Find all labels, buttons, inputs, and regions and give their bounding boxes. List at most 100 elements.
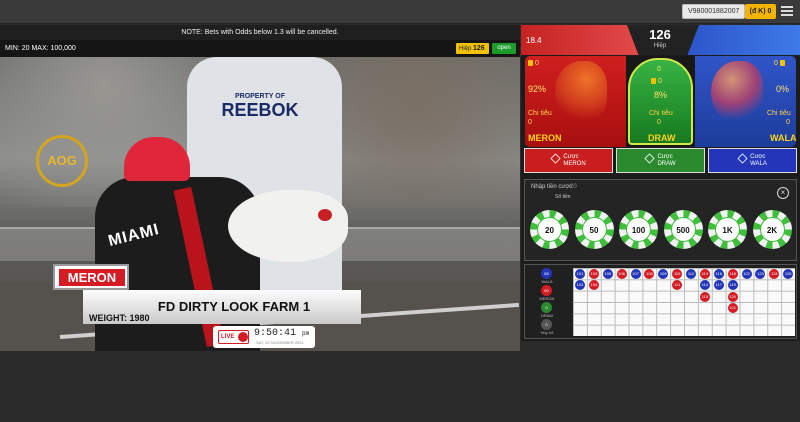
chip-value: 20 — [537, 217, 562, 242]
draw-amount: 0 — [651, 78, 662, 85]
chip-1K[interactable]: 1K — [708, 210, 747, 249]
odds-notice: NOTE: Bets with Odds below 1.3 will be c… — [0, 25, 520, 40]
road-bead: 124 — [769, 269, 780, 279]
road-bead: 125 — [783, 269, 794, 279]
road-bead: 112 — [686, 269, 697, 279]
road-bead: 119 — [727, 280, 738, 291]
clock-time: 9:50:41 pm — [254, 328, 310, 339]
wala-amount: 0 — [774, 60, 787, 67]
draw-spent: 0 — [657, 119, 661, 126]
road-bead: 118 — [727, 269, 738, 279]
clock-date: SAT, 22 NOVEMBER 2021 — [256, 340, 304, 345]
road-bead: 123 — [755, 269, 766, 279]
stake-sub-label: Số tiền — [555, 194, 571, 200]
chip-value: 1K — [715, 217, 740, 242]
stake-input[interactable]: 20 — [570, 184, 577, 190]
wala-header — [686, 25, 800, 55]
chip-50[interactable]: 50 — [574, 210, 614, 249]
legend-label: Hủy bỏ — [540, 330, 554, 335]
meron-spent: 0 — [528, 119, 532, 126]
close-icon[interactable]: × — [777, 187, 789, 199]
meron-name: MERON — [528, 133, 562, 143]
results-road: 65 WALA 60 MERON 0 DRAW 0 Hủy bỏ 101 102 103 104 10… — [524, 264, 797, 339]
road-bead: 107 — [630, 269, 641, 279]
chip-value: 2K — [759, 217, 785, 242]
legend-label: MERON — [539, 296, 555, 301]
meron-percent: 92% — [528, 84, 547, 94]
fighter-weight: WEIGHT: 1980 — [89, 313, 150, 323]
road-bead: 116 — [713, 269, 724, 279]
cube-icon — [737, 153, 748, 164]
round-tag: Hiệp 126 — [456, 43, 489, 54]
road-bead: 122 — [741, 269, 752, 279]
bet-draw-button[interactable]: Cược DRAW — [616, 148, 705, 173]
road-bead: 110 — [672, 269, 683, 279]
top-bar: V980001882007 (đ K) 0 — [0, 0, 800, 24]
road-bead: 106 — [616, 269, 627, 279]
chip-500[interactable]: 500 — [663, 210, 703, 249]
road-grid: 101 102 103 104 105 106 107 108 109 110 111 112 113 1… — [573, 268, 795, 336]
road-bead: 104 — [588, 280, 599, 291]
draw-amount-top: 0 — [657, 66, 661, 73]
bet-limits: MIN: 20 MAX: 100,000 — [0, 40, 520, 57]
round-label: Hiệp — [653, 43, 667, 49]
road-bead: 113 — [699, 269, 710, 279]
chip-value: 50 — [581, 217, 607, 242]
draw-spent-label: Chi tiêu — [649, 110, 673, 117]
legend-count: 60 — [541, 285, 552, 296]
road-bead: 108 — [644, 269, 655, 279]
coin-icon — [651, 78, 656, 84]
wala-name: WALA — [770, 133, 797, 143]
chip-20[interactable]: 20 — [530, 210, 569, 249]
bet-wala-button[interactable]: Cược WALA — [708, 148, 797, 173]
balance-button[interactable]: (đ K) 0 — [745, 4, 776, 19]
road-bead: 120 — [727, 291, 738, 302]
round-number: 126 — [649, 27, 671, 42]
legend-label: WALA — [541, 279, 553, 284]
wala-rooster-icon — [711, 61, 763, 123]
road-legend: 65 WALA 60 MERON 0 DRAW 0 Hủy bỏ — [525, 265, 570, 338]
fighter-name: FD DIRTY LOOK FARM 1 — [157, 299, 311, 314]
legend-count: 0 — [541, 319, 552, 330]
bet-meron-button[interactable]: Cược MERON — [524, 148, 613, 173]
stake-label: Nhập tiền cược — [531, 184, 573, 190]
bet-buttons: Cược MERON Cược DRAW Cược WALA — [521, 148, 800, 174]
chip-value: 100 — [626, 217, 651, 242]
bet-sides: 0 92% Chi tiêu 0 MERON 0 0 8% Chi tiêu 0… — [521, 56, 800, 147]
road-bead: 114 — [699, 280, 710, 291]
wala-percent: 0% — [776, 84, 790, 94]
road-bead: 101 — [575, 269, 585, 279]
chip-value: 500 — [670, 217, 696, 242]
road-bead: 109 — [658, 269, 669, 279]
cube-icon — [550, 153, 561, 164]
fighter-lower-third: MERON FD DIRTY LOOK FARM 1 WEIGHT: 1980 — [53, 264, 363, 324]
side-tag: MERON — [53, 264, 129, 290]
cube-icon — [644, 153, 656, 164]
road-bead: 115 — [699, 291, 710, 302]
wala-spent: 0 — [786, 119, 790, 126]
road-bead: 102 — [575, 280, 585, 291]
hamburger-menu-icon[interactable] — [781, 6, 793, 16]
chip-100[interactable]: 100 — [619, 210, 658, 249]
road-bead: 121 — [727, 302, 738, 313]
header-value: 18.4 — [526, 36, 542, 45]
road-bead: 111 — [672, 280, 683, 291]
live-badge: LIVE — [218, 330, 249, 344]
coin-icon — [779, 60, 785, 66]
legend-count: 65 — [541, 268, 552, 279]
stake-box: Nhập tiền cược Số tiền 20 × 20 50 100 500 1K… — [524, 179, 797, 261]
coin-icon — [528, 60, 533, 66]
legend-count: 0 — [541, 302, 552, 313]
chip-2K[interactable]: 2K — [752, 210, 792, 249]
road-bead: 117 — [713, 280, 724, 291]
draw-percent: 8% — [654, 90, 668, 100]
round-header: 18.4 126 Hiệp — [521, 25, 800, 55]
road-bead: 103 — [588, 269, 599, 279]
legend-label: DRAW — [540, 313, 554, 318]
road-bead: 105 — [602, 269, 613, 279]
betting-panel: 18.4 126 Hiệp 0 92% Chi tiêu 0 MERON 0 0… — [521, 25, 800, 341]
draw-name: DRAW — [648, 133, 676, 143]
play-icon — [238, 332, 248, 342]
meron-amount: 0 — [528, 60, 539, 67]
account-id[interactable]: V980001882007 — [682, 4, 746, 19]
